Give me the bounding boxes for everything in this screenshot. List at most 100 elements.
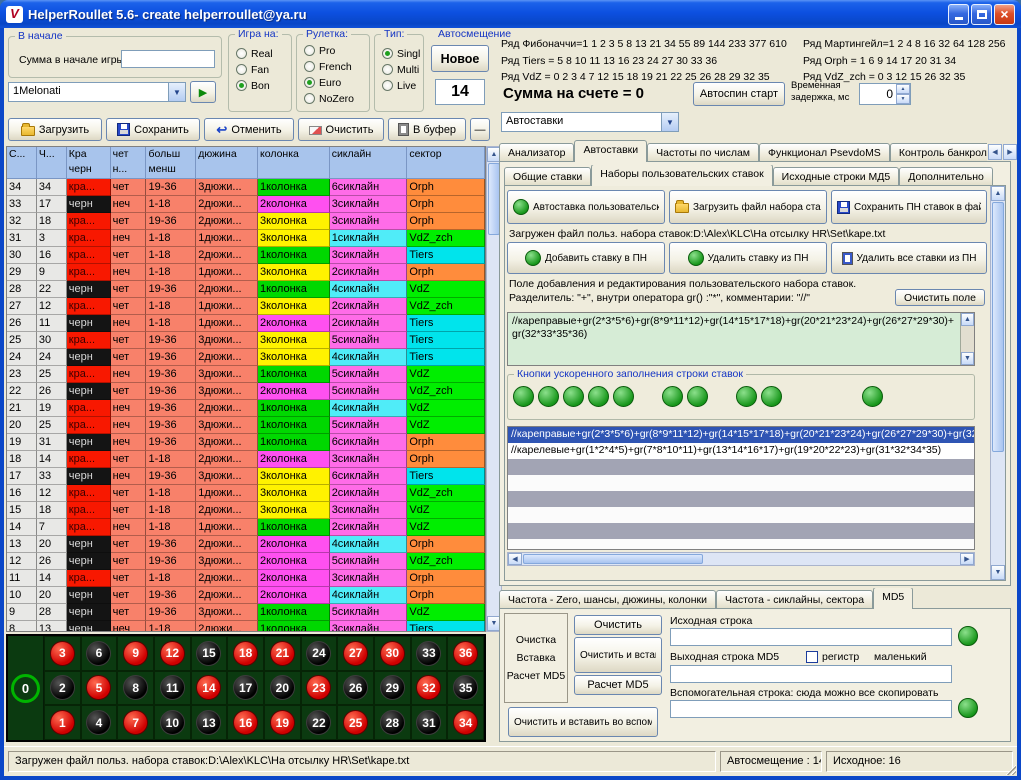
board-cell-26[interactable]: 26: [337, 671, 374, 706]
tab-scroll-left-icon[interactable]: ◀: [988, 144, 1002, 160]
scroll-right-icon[interactable]: ▶: [960, 553, 974, 565]
radio-game-Fan[interactable]: Fan: [236, 63, 291, 76]
history-row-32[interactable]: 3218кра...чет19-362дюжи...3колонка3сикла…: [7, 213, 485, 230]
quick-10-icon[interactable]: [862, 386, 883, 407]
delete-bet-button[interactable]: Удалить ставку из ПН: [669, 242, 827, 274]
board-cell-20[interactable]: 20: [264, 671, 301, 706]
scrollbar-thumb[interactable]: [523, 554, 703, 564]
freq-tab-1[interactable]: Частота - сиклайны, сектора: [716, 590, 873, 609]
scrollbar-thumb[interactable]: [992, 202, 1004, 452]
board-cell-30[interactable]: 30: [374, 636, 411, 671]
radio-type-Singl[interactable]: Singl: [382, 47, 423, 60]
start-sum-input[interactable]: [121, 50, 215, 68]
main-tab-1[interactable]: Автоставки: [574, 140, 647, 162]
freq-tab-2[interactable]: MD5: [873, 588, 913, 609]
board-cell-24[interactable]: 24: [301, 636, 338, 671]
spin-up-icon[interactable]: ▲: [896, 84, 910, 94]
load-button[interactable]: Загрузить: [8, 118, 102, 141]
autobets-combo[interactable]: Автоставки ▼: [501, 112, 679, 132]
board-cell-28[interactable]: 28: [374, 705, 411, 740]
board-cell-34[interactable]: 34: [447, 705, 484, 740]
scroll-up-icon[interactable]: ▲: [961, 313, 974, 326]
history-row-14[interactable]: 147кра...неч1-181дюжи...1колонка2сиклайн…: [7, 519, 485, 536]
quick-4-icon[interactable]: [588, 386, 609, 407]
clear-field-button[interactable]: Очистить поле: [895, 289, 985, 306]
radio-wheel-Pro[interactable]: Pro: [304, 44, 369, 57]
board-cell-32[interactable]: 32: [411, 671, 448, 706]
start-profile-button[interactable]: ▶: [190, 81, 216, 103]
history-row-9[interactable]: 928чернчет19-363дюжи...1колонка5сиклайнV…: [7, 604, 485, 621]
board-cell-2[interactable]: 2: [44, 671, 81, 706]
md5-clear-button[interactable]: Очистить: [574, 615, 662, 635]
quick-3-icon[interactable]: [563, 386, 584, 407]
board-cell-3[interactable]: 3: [44, 636, 81, 671]
history-row-23[interactable]: 2325кра...неч19-363дюжи...1колонка5сикла…: [7, 366, 485, 383]
radio-game-Real[interactable]: Real: [236, 47, 291, 60]
delay-spinner[interactable]: 0 ▲▼: [859, 83, 911, 105]
freq-tab-0[interactable]: Частота - Zero, шансы, дюжины, колонки: [499, 590, 716, 609]
board-cell-10[interactable]: 10: [154, 705, 191, 740]
board-cell-1[interactable]: 1: [44, 705, 81, 740]
panel-scrollbar[interactable]: ▲ ▼: [990, 186, 1005, 580]
history-row-19[interactable]: 1931черннеч19-363дюжи...1колонка6сиклайн…: [7, 434, 485, 451]
resize-grip[interactable]: [1003, 762, 1016, 775]
md5-source-input[interactable]: [670, 628, 952, 646]
history-row-30[interactable]: 3016кра...чет1-182дюжи...1колонка3сиклай…: [7, 247, 485, 264]
scroll-left-icon[interactable]: ◀: [508, 553, 522, 565]
tab-scroll-right-icon[interactable]: ▶: [1003, 144, 1017, 160]
radio-wheel-NoZero[interactable]: NoZero: [304, 92, 369, 105]
scroll-up-icon[interactable]: ▲: [991, 186, 1005, 201]
history-row-17[interactable]: 1733черннеч19-363дюжи...3колонка6сиклайн…: [7, 468, 485, 485]
board-cell-8[interactable]: 8: [117, 671, 154, 706]
load-bet-file-button[interactable]: Загрузить файл набора ставок: [669, 190, 827, 224]
bet-edit-field[interactable]: //кареправые+gr(2*3*5*6)+gr(8*9*11*12)+g…: [507, 312, 975, 366]
main-tab-3[interactable]: Функционал PsevdoMS: [759, 143, 890, 162]
history-row-33[interactable]: 3317черннеч1-182дюжи...2колонка3сиклайнO…: [7, 196, 485, 213]
history-row-25[interactable]: 2530кра...чет19-363дюжи...3колонка5сикла…: [7, 332, 485, 349]
sub-tab-0[interactable]: Общие ставки: [504, 167, 591, 186]
chevron-down-icon[interactable]: ▼: [168, 83, 185, 101]
board-cell-23[interactable]: 23: [301, 671, 338, 706]
history-row-31[interactable]: 313кра...неч1-181дюжи...3колонка1сиклайн…: [7, 230, 485, 247]
bet-list-hscrollbar[interactable]: ◀ ▶: [507, 552, 975, 566]
board-cell-12[interactable]: 12: [154, 636, 191, 671]
to-buffer-button[interactable]: В буфер: [388, 118, 466, 141]
radio-wheel-Euro[interactable]: Euro: [304, 76, 369, 89]
board-cell-9[interactable]: 9: [117, 636, 154, 671]
board-cell-17[interactable]: 17: [227, 671, 264, 706]
spin-down-icon[interactable]: ▼: [896, 94, 910, 104]
history-row-15[interactable]: 1518кра...чет1-182дюжи...3колонка3сиклай…: [7, 502, 485, 519]
board-cell-15[interactable]: 15: [191, 636, 228, 671]
autobet-custom-set-button[interactable]: Автоставка пользовательский набор: [507, 190, 665, 224]
history-row-10[interactable]: 1020чернчет19-362дюжи...2колонка4сиклайн…: [7, 587, 485, 604]
board-cell-22[interactable]: 22: [301, 705, 338, 740]
board-cell-7[interactable]: 7: [117, 705, 154, 740]
maximize-button[interactable]: [971, 4, 992, 25]
board-cell-11[interactable]: 11: [154, 671, 191, 706]
quick-7-icon[interactable]: [687, 386, 708, 407]
clear-button[interactable]: Очистить: [298, 118, 384, 141]
board-cell-6[interactable]: 6: [81, 636, 118, 671]
history-row-29[interactable]: 299кра...неч1-181дюжи...3колонка2сиклайн…: [7, 264, 485, 281]
quick-8-icon[interactable]: [736, 386, 757, 407]
history-row-16[interactable]: 1612кра...чет1-181дюжи...3колонка2сиклай…: [7, 485, 485, 502]
md5-source-copy-button[interactable]: [958, 626, 978, 646]
history-row-12[interactable]: 1226чернчет19-363дюжи...2колонка5сиклайн…: [7, 553, 485, 570]
save-button[interactable]: Сохранить: [106, 118, 200, 141]
scroll-down-icon[interactable]: ▼: [961, 352, 974, 365]
sub-tab-3[interactable]: Дополнительно: [899, 167, 993, 186]
collapse-button[interactable]: —: [470, 118, 490, 141]
board-cell-31[interactable]: 31: [411, 705, 448, 740]
add-bet-button[interactable]: Добавить ставку в ПН: [507, 242, 665, 274]
bet-list-item-0[interactable]: //кареправые+gr(2*3*5*6)+gr(8*9*11*12)+g…: [508, 427, 974, 443]
history-row-24[interactable]: 2424чернчет19-362дюжи...3колонка4сиклайн…: [7, 349, 485, 366]
history-row-28[interactable]: 2822чернчет19-362дюжи...1колонка4сиклайн…: [7, 281, 485, 298]
quick-5-icon[interactable]: [613, 386, 634, 407]
history-row-26[interactable]: 2611черннеч1-181дюжи...2колонка2сиклайнT…: [7, 315, 485, 332]
board-cell-14[interactable]: 14: [191, 671, 228, 706]
radio-wheel-French[interactable]: French: [304, 60, 369, 73]
radio-game-Bon[interactable]: Bon: [236, 79, 291, 92]
bet-list-item-1[interactable]: //карелевые+gr(1*2*4*5)+gr(7*8*10*11)+gr…: [508, 443, 974, 459]
quick-1-icon[interactable]: [513, 386, 534, 407]
bet-edit-scrollbar[interactable]: ▲ ▼: [960, 313, 974, 365]
